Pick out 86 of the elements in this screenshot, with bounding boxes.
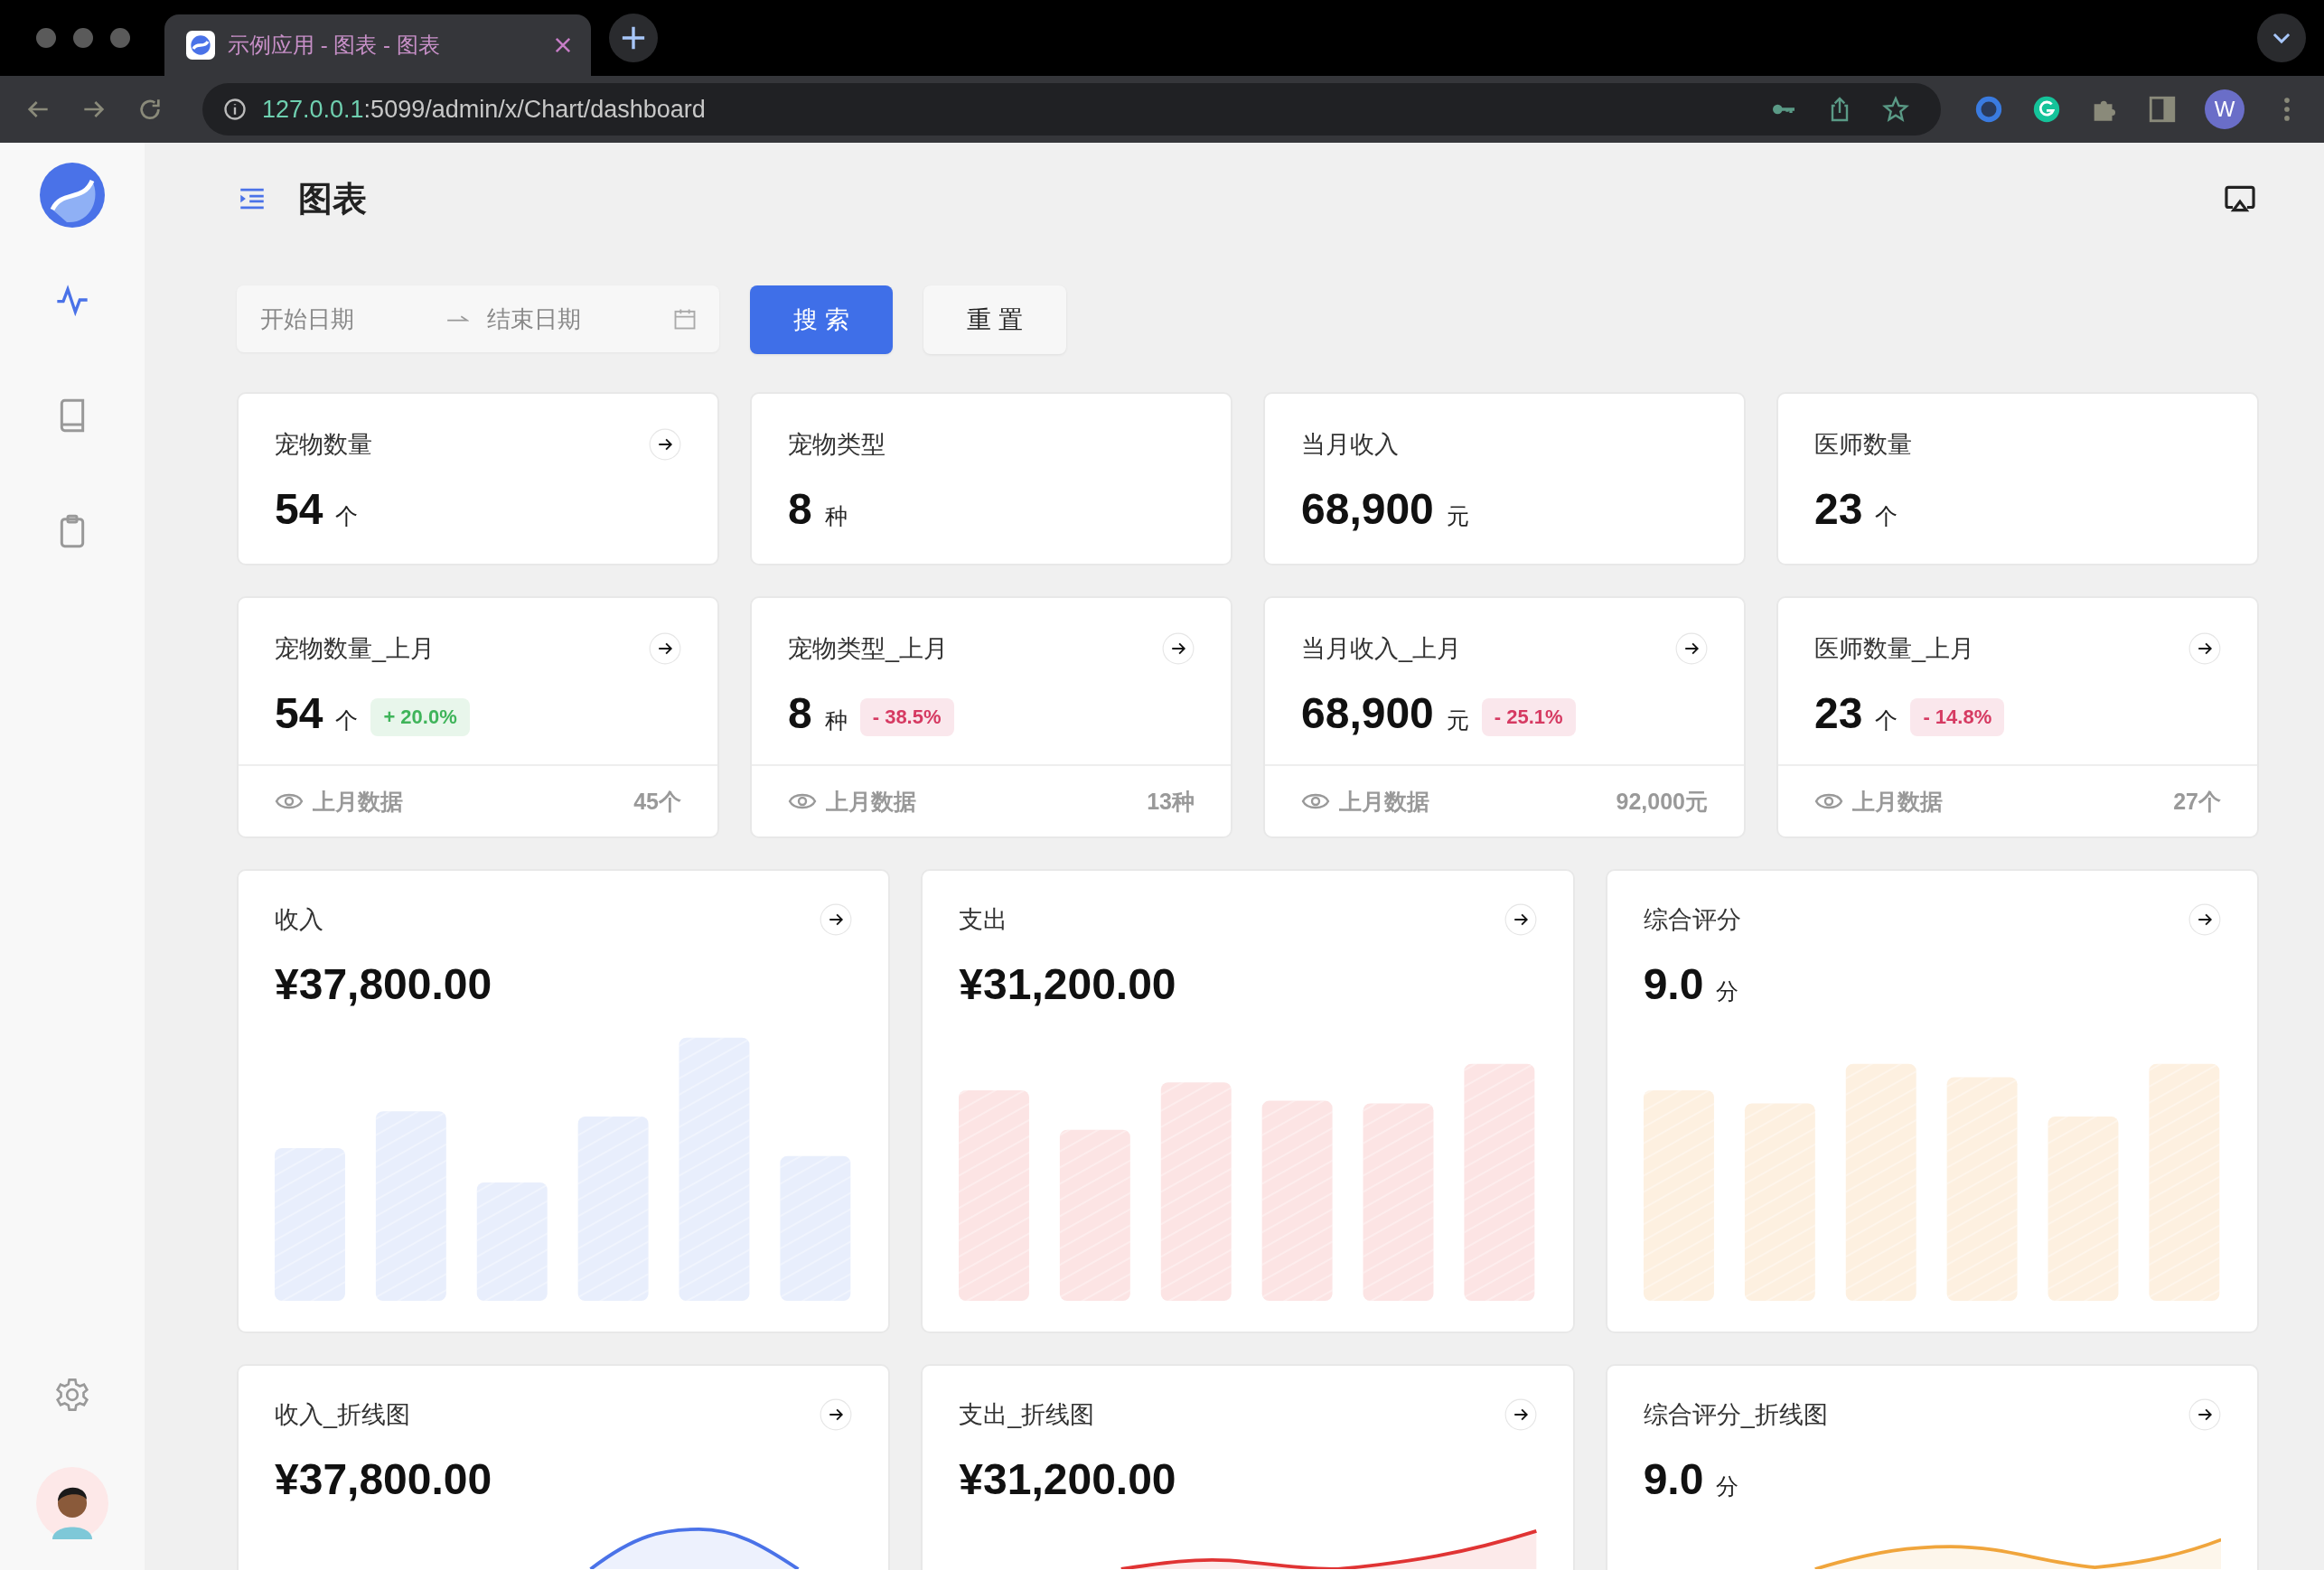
reset-button[interactable]: 重 置 [923, 285, 1066, 354]
stat-unit: 个 [1875, 706, 1898, 734]
stat-value: 8 [788, 688, 812, 738]
end-date-input[interactable]: 结束日期 [485, 304, 656, 334]
arrow-right-icon[interactable] [1504, 1398, 1537, 1431]
window-minimize-control[interactable] [73, 28, 93, 48]
footer-value: 13种 [1147, 787, 1195, 816]
footer-label: 上月数据 [313, 787, 403, 816]
footer-value: 45个 [633, 787, 681, 816]
side-panel-icon[interactable] [2147, 94, 2178, 125]
chart-value: 9.0 [1643, 1454, 1704, 1504]
stat-value: 23 [1814, 688, 1863, 738]
arrow-right-icon[interactable] [2188, 903, 2221, 936]
app-logo-icon[interactable] [40, 163, 105, 228]
chart-value: ¥31,200.00 [959, 959, 1176, 1009]
stat-unit: 元 [1446, 502, 1469, 530]
stat-value: 68,900 [1301, 688, 1434, 738]
arrow-right-icon[interactable] [820, 1398, 853, 1431]
card-title: 宠物数量 [275, 430, 372, 460]
stat-unit: 元 [1446, 706, 1469, 734]
date-range-field[interactable]: 开始日期 结束日期 [237, 285, 719, 352]
change-badge: + 20.0% [370, 697, 470, 736]
change-badge: - 14.8% [1910, 697, 2005, 736]
tab-list-icon[interactable] [2257, 14, 2306, 62]
chart-value: ¥31,200.00 [959, 1454, 1176, 1504]
stat-value: 23 [1814, 484, 1863, 534]
search-button[interactable]: 搜 索 [750, 285, 893, 354]
start-date-input[interactable]: 开始日期 [258, 304, 429, 334]
arrow-right-icon[interactable] [1162, 632, 1195, 665]
card-title: 宠物数量_上月 [275, 634, 436, 664]
card-title: 当月收入 [1301, 430, 1399, 460]
new-tab-icon[interactable] [609, 14, 658, 62]
chart-value: ¥37,800.00 [275, 959, 492, 1009]
change-badge: - 25.1% [1481, 697, 1576, 736]
footer-value: 27个 [2173, 787, 2221, 816]
user-avatar[interactable] [36, 1467, 108, 1539]
browser-tab[interactable]: 示例应用 - 图表 - 图表 [164, 14, 591, 76]
card-title: 收入_折线图 [275, 1400, 411, 1430]
arrow-right-icon[interactable] [2188, 1398, 2221, 1431]
stat-value: 68,900 [1301, 484, 1434, 534]
card-title: 综合评分 [1643, 905, 1741, 935]
stat-unit: 个 [335, 502, 359, 530]
arrow-right-icon[interactable] [820, 903, 853, 936]
arrow-right-icon[interactable] [649, 428, 681, 461]
arrow-right-icon[interactable] [649, 632, 681, 665]
settings-icon[interactable] [54, 1377, 90, 1413]
arrow-right-icon[interactable] [1504, 903, 1537, 936]
close-icon[interactable] [555, 37, 571, 53]
url-text: 127.0.0.1:5099/admin/x/Chart/dashboard [262, 95, 706, 124]
card-title: 宠物类型 [788, 430, 886, 460]
arrow-right-icon[interactable] [1675, 632, 1708, 665]
card-title: 收入 [275, 905, 323, 935]
card-title: 综合评分_折线图 [1643, 1400, 1828, 1430]
card-title: 支出 [959, 905, 1008, 935]
footer-label: 上月数据 [1339, 787, 1429, 816]
extension-icon[interactable] [1973, 94, 2004, 125]
footer-value: 92,000元 [1616, 787, 1708, 816]
stat-value: 54 [275, 688, 323, 738]
star-icon[interactable] [1881, 95, 1910, 124]
window-zoom-control[interactable] [110, 28, 130, 48]
footer-label: 上月数据 [1852, 787, 1943, 816]
stat-value: 8 [788, 484, 812, 534]
stat-value: 54 [275, 484, 323, 534]
stat-unit: 个 [335, 706, 359, 734]
address-bar[interactable]: 127.0.0.1:5099/admin/x/Chart/dashboard [202, 83, 1941, 136]
app-logo-icon [186, 31, 215, 60]
chart-unit: 分 [1716, 1472, 1739, 1500]
stat-unit: 个 [1875, 502, 1898, 530]
card-title: 当月收入_上月 [1301, 634, 1462, 664]
change-badge: - 38.5% [859, 697, 954, 736]
card-title: 宠物类型_上月 [788, 634, 949, 664]
stat-unit: 种 [824, 706, 848, 734]
card-title: 支出_折线图 [959, 1400, 1095, 1430]
arrow-right-icon[interactable] [2188, 632, 2221, 665]
chart-value: ¥37,800.00 [275, 1454, 492, 1504]
chart-value: 9.0 [1643, 959, 1704, 1009]
profile-avatar[interactable]: W [2205, 89, 2244, 129]
card-title: 医师数量_上月 [1814, 634, 1975, 664]
info-icon[interactable] [222, 97, 248, 122]
card-title: 医师数量 [1814, 430, 1912, 460]
chart-unit: 分 [1716, 977, 1739, 1005]
stat-unit: 种 [824, 502, 848, 530]
grammar-extension-icon[interactable] [2031, 94, 2062, 125]
page-title: 图表 [298, 178, 367, 220]
window-close-control[interactable] [36, 28, 56, 48]
footer-label: 上月数据 [826, 787, 916, 816]
